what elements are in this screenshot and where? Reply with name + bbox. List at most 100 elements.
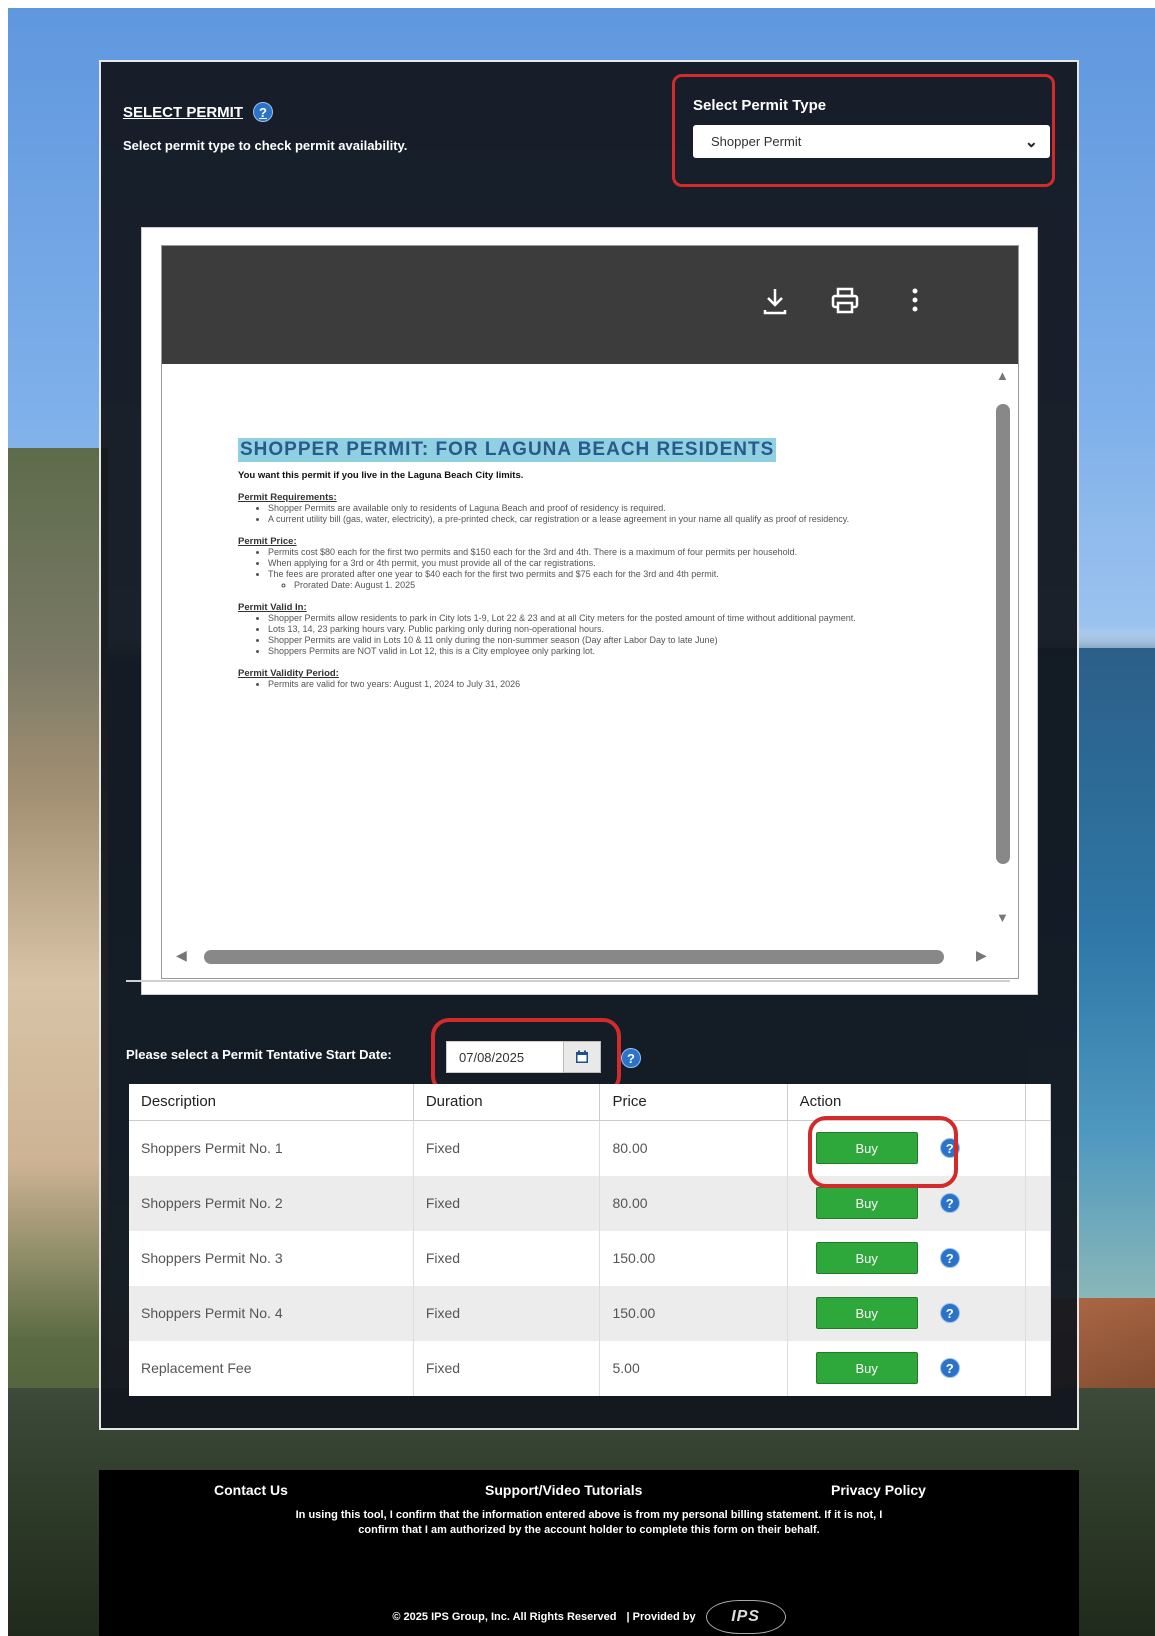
pdf-list-item: Lots 13, 14, 23 parking hours vary. Publ… bbox=[268, 624, 958, 635]
pdf-list-item: The fees are prorated after one year to … bbox=[268, 569, 958, 580]
pdf-section-price: Permit Price: Permits cost $80 each for … bbox=[238, 536, 958, 591]
table-row: Shoppers Permit No. 3 Fixed 150.00 Buy ? bbox=[129, 1230, 1052, 1286]
pdf-title: SHOPPER PERMIT: FOR LAGUNA BEACH RESIDEN… bbox=[238, 438, 777, 462]
scroll-right-icon[interactable]: ▶ bbox=[976, 947, 987, 964]
pdf-section-valid-in: Permit Valid In: Shopper Permits allow r… bbox=[238, 602, 958, 657]
cell-spacer bbox=[1025, 1285, 1052, 1341]
permit-panel: SELECT PERMIT ? Select permit type to ch… bbox=[99, 60, 1079, 1430]
column-header-action: Action bbox=[787, 1084, 1026, 1121]
pdf-list-item: Shoppers Permits are NOT valid in Lot 12… bbox=[268, 646, 958, 657]
permit-type-highlight: Select Permit Type Shopper Permit ⌄ bbox=[672, 74, 1055, 187]
cell-duration: Fixed bbox=[413, 1285, 601, 1341]
horizontal-scroll-thumb[interactable] bbox=[204, 950, 944, 964]
cell-price: 150.00 bbox=[599, 1230, 788, 1286]
more-options-icon[interactable] bbox=[910, 286, 920, 322]
cell-duration: Fixed bbox=[413, 1340, 601, 1396]
pdf-list-item: Shopper Permits are valid in Lots 10 & 1… bbox=[268, 635, 958, 646]
pdf-lead: You want this permit if you live in the … bbox=[238, 470, 524, 481]
pdf-viewer-frame: SHOPPER PERMIT: FOR LAGUNA BEACH RESIDEN… bbox=[141, 227, 1038, 995]
calendar-icon[interactable] bbox=[563, 1041, 601, 1073]
pdf-list-item: A current utility bill (gas, water, elec… bbox=[268, 514, 958, 525]
footer-link-privacy[interactable]: Privacy Policy bbox=[831, 1482, 926, 1498]
cell-action: Buy ? bbox=[787, 1285, 1026, 1341]
pdf-section-heading: Permit Requirements: bbox=[238, 492, 337, 503]
buy-button[interactable]: Buy bbox=[815, 1297, 918, 1329]
page-title: SELECT PERMIT ? bbox=[123, 102, 274, 122]
cell-spacer bbox=[1025, 1175, 1052, 1231]
pdf-list-item: Permits are valid for two years: August … bbox=[268, 679, 958, 690]
cell-price: 150.00 bbox=[599, 1285, 788, 1341]
column-header-description: Description bbox=[129, 1084, 414, 1121]
footer-copyright-row: © 2025 IPS Group, Inc. All Rights Reserv… bbox=[99, 1600, 1079, 1634]
pdf-section-requirements: Permit Requirements: Shopper Permits are… bbox=[238, 492, 958, 525]
buy-button[interactable]: Buy bbox=[815, 1352, 918, 1384]
cell-spacer bbox=[1025, 1230, 1052, 1286]
cell-price: 5.00 bbox=[599, 1340, 788, 1396]
pdf-page: SHOPPER PERMIT: FOR LAGUNA BEACH RESIDEN… bbox=[166, 364, 992, 936]
footer-copyright: © 2025 IPS Group, Inc. All Rights Reserv… bbox=[392, 1611, 617, 1623]
pdf-list-item: When applying for a 3rd or 4th permit, y… bbox=[268, 558, 958, 569]
scroll-down-icon[interactable]: ▼ bbox=[996, 910, 1009, 925]
cell-duration: Fixed bbox=[413, 1120, 601, 1176]
help-icon[interactable]: ? bbox=[939, 1248, 960, 1268]
column-header-price: Price bbox=[599, 1084, 788, 1121]
footer-disclaimer: In using this tool, I confirm that the i… bbox=[295, 1509, 883, 1536]
ips-logo: IPS bbox=[705, 1600, 786, 1634]
column-header-duration: Duration bbox=[413, 1084, 601, 1121]
help-icon[interactable]: ? bbox=[939, 1358, 960, 1378]
footer-link-support[interactable]: Support/Video Tutorials bbox=[485, 1482, 642, 1498]
column-header-spacer bbox=[1025, 1084, 1052, 1121]
cell-spacer bbox=[1025, 1120, 1052, 1176]
pdf-list-item: Permits cost $80 each for the first two … bbox=[268, 547, 958, 558]
scroll-left-icon[interactable]: ◀ bbox=[176, 947, 187, 964]
cell-action: Buy ? bbox=[787, 1340, 1026, 1396]
cell-description: Shoppers Permit No. 2 bbox=[129, 1175, 414, 1231]
cell-price: 80.00 bbox=[599, 1120, 788, 1176]
pdf-toolbar bbox=[162, 246, 1018, 364]
page-subtitle: Select permit type to check permit avail… bbox=[123, 138, 408, 153]
cell-description: Shoppers Permit No. 3 bbox=[129, 1230, 414, 1286]
help-icon[interactable]: ? bbox=[939, 1193, 960, 1213]
cell-description: Shoppers Permit No. 4 bbox=[129, 1285, 414, 1341]
pdf-list-item: Shopper Permits are available only to re… bbox=[268, 503, 958, 514]
page-title-text: SELECT PERMIT bbox=[123, 103, 244, 121]
cell-description: Shoppers Permit No. 1 bbox=[129, 1120, 414, 1176]
section-divider bbox=[126, 980, 1010, 982]
pdf-viewer: SHOPPER PERMIT: FOR LAGUNA BEACH RESIDEN… bbox=[161, 245, 1019, 979]
chevron-down-icon: ⌄ bbox=[1024, 133, 1038, 151]
footer-provided-by: | Provided by bbox=[626, 1611, 696, 1623]
pdf-horizontal-scrollbar[interactable]: ◀ ▶ bbox=[166, 942, 996, 970]
scroll-up-icon[interactable]: ▲ bbox=[996, 368, 1009, 383]
start-date-input[interactable] bbox=[446, 1041, 564, 1073]
pdf-section-heading: Permit Price: bbox=[238, 536, 297, 547]
cell-duration: Fixed bbox=[413, 1230, 601, 1286]
buy-highlight bbox=[808, 1116, 958, 1188]
footer: Contact Us Support/Video Tutorials Priva… bbox=[99, 1470, 1079, 1636]
permit-type-value: Shopper Permit bbox=[711, 134, 802, 149]
pdf-section-heading: Permit Valid In: bbox=[238, 602, 307, 613]
table-row: Shoppers Permit No. 4 Fixed 150.00 Buy ? bbox=[129, 1285, 1052, 1341]
vertical-scroll-thumb[interactable] bbox=[996, 404, 1010, 864]
download-icon[interactable] bbox=[762, 286, 788, 322]
buy-button[interactable]: Buy bbox=[815, 1242, 918, 1274]
permit-type-label: Select Permit Type bbox=[693, 97, 827, 114]
cell-action: Buy ? bbox=[787, 1230, 1026, 1286]
help-icon[interactable]: ? bbox=[939, 1303, 960, 1323]
pdf-vertical-scrollbar[interactable]: ▲ ▼ bbox=[992, 364, 1014, 940]
cell-spacer bbox=[1025, 1340, 1052, 1396]
table-row: Replacement Fee Fixed 5.00 Buy ? bbox=[129, 1340, 1052, 1396]
start-date-label: Please select a Permit Tentative Start D… bbox=[126, 1047, 392, 1062]
pdf-sublist-item: Prorated Date: August 1. 2025 bbox=[294, 580, 958, 591]
pdf-section-heading: Permit Validity Period: bbox=[238, 668, 339, 679]
cell-duration: Fixed bbox=[413, 1175, 601, 1231]
help-icon[interactable]: ? bbox=[253, 102, 274, 122]
pdf-section-validity: Permit Validity Period: Permits are vali… bbox=[238, 668, 958, 690]
cell-description: Replacement Fee bbox=[129, 1340, 414, 1396]
date-help-icon[interactable]: ? bbox=[621, 1048, 641, 1068]
cell-price: 80.00 bbox=[599, 1175, 788, 1231]
footer-link-contact[interactable]: Contact Us bbox=[214, 1482, 288, 1498]
buy-button[interactable]: Buy bbox=[815, 1187, 918, 1219]
print-icon[interactable] bbox=[830, 286, 860, 322]
permit-type-select[interactable]: Shopper Permit ⌄ bbox=[693, 125, 1050, 158]
pdf-document: SHOPPER PERMIT: FOR LAGUNA BEACH RESIDEN… bbox=[238, 438, 958, 690]
